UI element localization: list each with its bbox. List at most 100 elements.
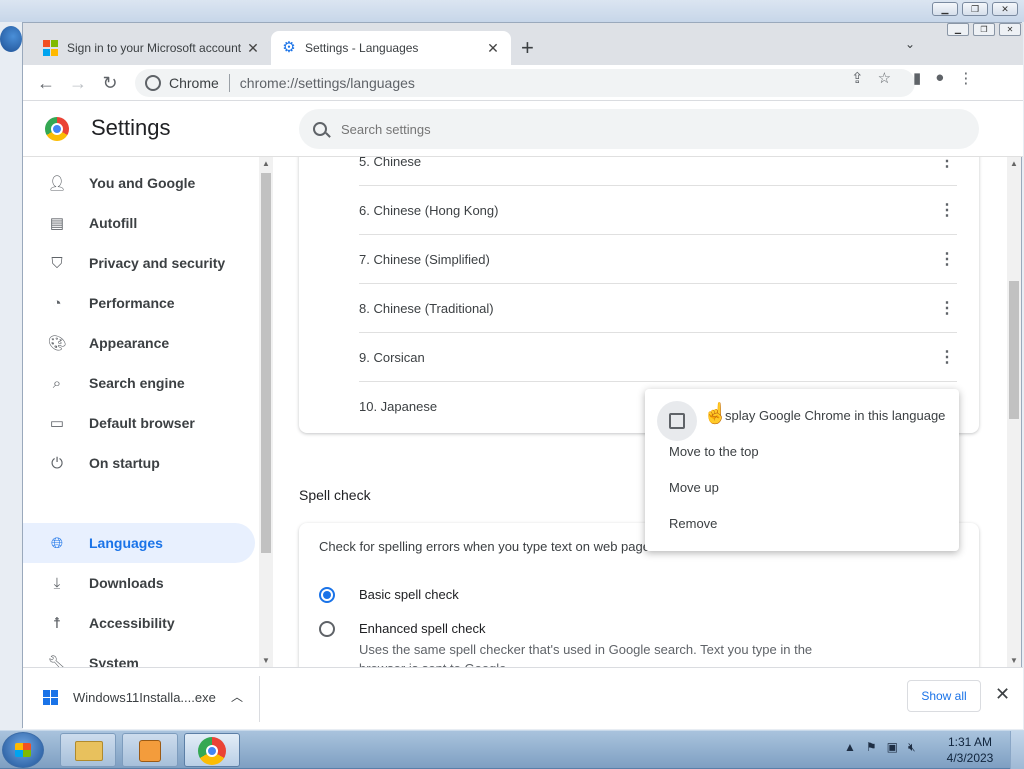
menu-item-move-to-top[interactable]: Move to the top [669,444,759,459]
sidebar-item-default-browser[interactable]: ▭ Default browser [23,403,255,443]
scrollbar-thumb[interactable] [261,173,271,553]
share-icon[interactable]: ⇪ [851,69,864,87]
sidebar-item-performance[interactable]: ◔ Performance [23,283,255,323]
tab-title: Sign in to your Microsoft account [67,41,242,55]
tab-microsoft-signin[interactable]: Sign in to your Microsoft account ✕ [33,31,271,65]
menu-item-display-chrome[interactable]: splay Google Chrome in this language [725,408,945,423]
language-row: 8. Chinese (Traditional) ⋮ [359,284,957,333]
show-desktop-button[interactable] [1010,731,1024,769]
scroll-down-arrow-icon[interactable]: ▼ [262,656,270,665]
clock[interactable]: 1:31 AM 4/3/2023 [940,734,1000,766]
sidebar-item-privacy[interactable]: ⛉ Privacy and security [23,243,255,283]
back-arrow-icon[interactable]: ← [35,72,57,94]
toolbar-actions: ⇪ ☆ ▮ ● ⋮ [851,69,973,87]
taskbar-chrome[interactable] [184,733,240,767]
forward-arrow-icon[interactable]: → [67,72,89,94]
page-title: Settings [91,115,171,140]
sidebar-item-label: Languages [89,535,163,551]
chrome-window: ▁ ❐ ✕ Sign in to your Microsoft account … [22,22,1023,729]
sidebar-item-label: Downloads [89,575,164,591]
sidebar-item-label: On startup [89,455,160,471]
close-icon[interactable]: ✕ [995,684,1010,705]
sidebar-item-languages[interactable]: 🌐︎ Languages [23,523,255,563]
spell-check-intro: Check for spelling errors when you type … [319,539,650,554]
show-all-button[interactable]: Show all [907,680,981,712]
sidebar-item-downloads[interactable]: ⤓ Downloads [23,563,255,603]
speaker-muted-icon[interactable]: 🔇︎ [908,740,916,755]
bookmark-star-icon[interactable]: ☆ [878,69,891,87]
sidebar-item-accessibility[interactable]: ☨ Accessibility [23,603,255,643]
chrome-window-controls: ▁ ❐ ✕ [947,23,1021,36]
start-button[interactable] [2,732,44,768]
download-file-name[interactable]: Windows11Installa....exe [73,690,216,705]
main-scrollbar[interactable]: ▲ ▼ [1007,157,1021,667]
scroll-up-arrow-icon[interactable]: ▲ [262,159,270,168]
close-button[interactable]: ✕ [992,2,1018,16]
media-player-icon [139,740,161,762]
scrollbar-thumb[interactable] [1009,281,1019,419]
sidebar-scrollbar[interactable]: ▲ ▼ [259,157,273,667]
download-bar: Windows11Installa....exe ︿ Show all ✕ [23,667,1023,729]
sidebar-item-autofill[interactable]: ▤ Autofill [23,203,255,243]
restore-button[interactable]: ❐ [973,23,995,36]
microsoft-logo-icon [43,40,59,56]
chrome-logo-icon [45,117,69,141]
search-input[interactable] [341,121,941,137]
network-icon[interactable]: ▣ [887,740,898,755]
power-icon: ⏻ [51,454,63,472]
more-actions-icon[interactable]: ⋮ [937,298,957,318]
menu-item-move-up[interactable]: Move up [669,480,719,495]
more-actions-icon[interactable]: ⋮ [937,200,957,220]
background-titlebar: ▁ ❐ ✕ [0,0,1024,22]
side-panel-icon[interactable]: ▮ [913,69,921,87]
basic-spell-radio[interactable] [319,587,335,603]
flag-icon[interactable]: ⚑ [866,740,877,755]
chevron-up-icon[interactable]: ︿ [231,688,243,705]
sidebar-item-you-and-google[interactable]: 👤︎ You and Google [23,163,255,203]
scroll-down-arrow-icon[interactable]: ▼ [1010,656,1018,665]
menu-kebab-icon[interactable]: ⋮ [958,69,973,87]
back-app-icon [0,26,22,52]
restore-button[interactable]: ❐ [962,2,988,16]
tab-search-chevron-icon[interactable]: ⌄ [905,37,915,51]
tab-close-icon[interactable]: ✕ [485,40,501,57]
clock-time: 1:31 AM [947,735,993,749]
sidebar-item-search-engine[interactable]: ⌕ Search engine [23,363,255,403]
scroll-up-arrow-icon[interactable]: ▲ [1010,159,1018,168]
sidebar-item-appearance[interactable]: 🎨︎ Appearance [23,323,255,363]
language-row: 7. Chinese (Simplified) ⋮ [359,235,957,284]
language-row: 9. Corsican ⋮ [359,333,957,382]
system-tray: ▲ ⚑ ▣ 🔇︎ [844,740,916,755]
menu-item-remove[interactable]: Remove [669,516,717,531]
tab-settings-languages[interactable]: ⚙ Settings - Languages ✕ [271,31,511,65]
minimize-button[interactable]: ▁ [947,23,969,36]
sidebar-item-on-startup[interactable]: ⏻ On startup [23,443,255,483]
display-language-checkbox[interactable] [657,401,697,441]
more-actions-icon[interactable]: ⋮ [937,157,957,171]
accessibility-icon: ☨ [52,615,62,632]
new-tab-button[interactable]: + [521,35,534,61]
site-name: Chrome [169,75,219,91]
more-actions-icon[interactable]: ⋮ [937,249,957,269]
reload-icon[interactable]: ↻ [99,72,121,94]
clock-date: 4/3/2023 [946,751,994,765]
minimize-button[interactable]: ▁ [932,2,958,16]
taskbar-media-player[interactable] [122,733,178,767]
enhanced-spell-radio[interactable] [319,621,335,637]
person-icon: 👤︎ [47,175,67,192]
settings-header: Settings [23,101,1023,157]
taskbar-explorer[interactable] [60,733,116,767]
tab-close-icon[interactable]: ✕ [245,40,261,57]
sidebar-item-label: You and Google [89,175,196,191]
clipboard-icon: ▤ [49,215,65,232]
sidebar-item-label: Performance [89,295,175,311]
language-name: 5. Chinese [359,157,422,169]
settings-search[interactable] [299,109,979,149]
search-icon [313,122,327,136]
profile-avatar-icon[interactable]: ● [935,69,944,87]
close-button[interactable]: ✕ [999,23,1021,36]
address-bar[interactable]: Chrome chrome://settings/languages [135,69,915,97]
url-text: chrome://settings/languages [239,75,415,91]
more-actions-icon[interactable]: ⋮ [937,347,957,367]
tray-expand-icon[interactable]: ▲ [844,740,856,755]
